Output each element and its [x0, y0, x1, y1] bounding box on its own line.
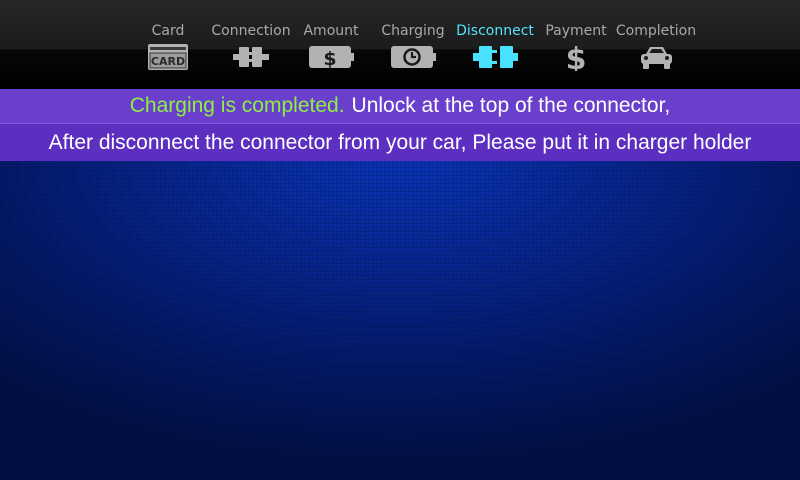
status-message-line-2: After disconnect the connector from your… [0, 124, 800, 161]
step-connection: Connection [206, 22, 296, 71]
holder-instruction-text: After disconnect the connector from your… [48, 130, 752, 154]
step-label-amount: Amount [303, 23, 359, 39]
step-label-card: Card [151, 23, 185, 39]
step-label-charging: Charging [381, 23, 445, 39]
step-label-payment: Payment [545, 23, 607, 39]
card-icon-text: CARD [151, 55, 185, 68]
step-completion: Completion [611, 22, 701, 71]
step-label-disconnect: Disconnect [456, 23, 534, 39]
step-payment: Payment $ [531, 22, 621, 71]
step-charging: Charging [368, 22, 458, 71]
step-label-completion: Completion [615, 23, 697, 39]
card-icon: CARD [148, 44, 188, 70]
step-disconnect: Disconnect [450, 22, 540, 71]
dollar-battery-icon: $ [309, 46, 354, 70]
step-amount: Amount $ [286, 22, 376, 71]
completed-status-text: Charging is completed. [129, 94, 345, 117]
svg-text:$: $ [566, 43, 587, 71]
step-card: Card CARD [123, 22, 213, 71]
progress-header: Card CARD Connection Amount $ Charging D… [0, 0, 800, 89]
car-icon [641, 47, 672, 69]
svg-text:$: $ [323, 48, 336, 70]
step-label-connection: Connection [211, 23, 291, 39]
connector-icon [233, 47, 269, 67]
dollar-icon: $ [566, 43, 587, 71]
unlock-instruction-text: Unlock at the top of the connector, [351, 94, 671, 117]
status-message-line-1: Charging is completed. Unlock at the top … [0, 89, 800, 123]
disconnect-plug-icon [473, 46, 518, 68]
step-indicator: Card CARD Connection Amount $ Charging D… [0, 0, 800, 89]
clock-battery-icon [391, 46, 436, 68]
